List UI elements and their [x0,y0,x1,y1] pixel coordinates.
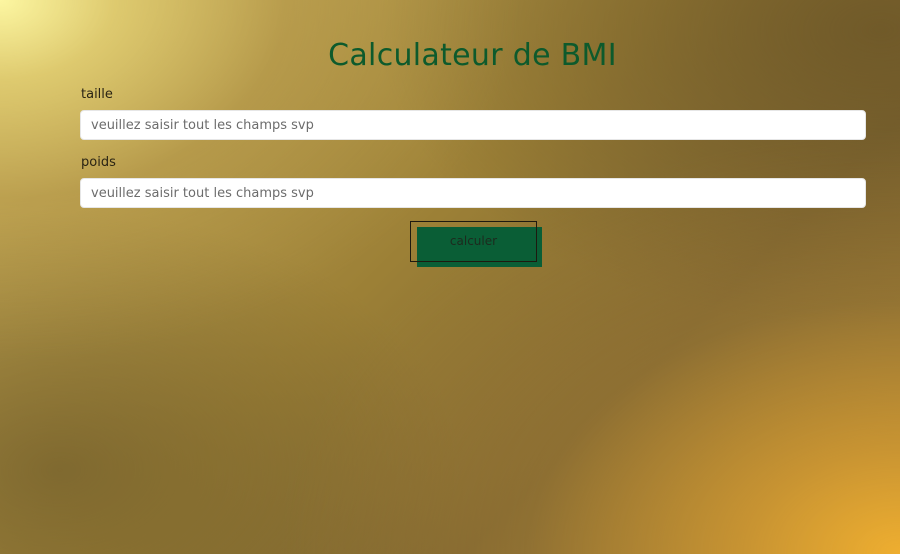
weight-input[interactable] [80,178,866,208]
height-label: taille [81,87,113,102]
calculate-button-group: calculer [410,221,542,267]
page: Calculateur de BMI taille poids calculer [0,0,900,554]
weight-label: poids [81,155,116,170]
page-title: Calculateur de BMI [328,38,617,73]
calculate-button[interactable]: calculer [410,221,537,262]
height-input[interactable] [80,110,866,140]
